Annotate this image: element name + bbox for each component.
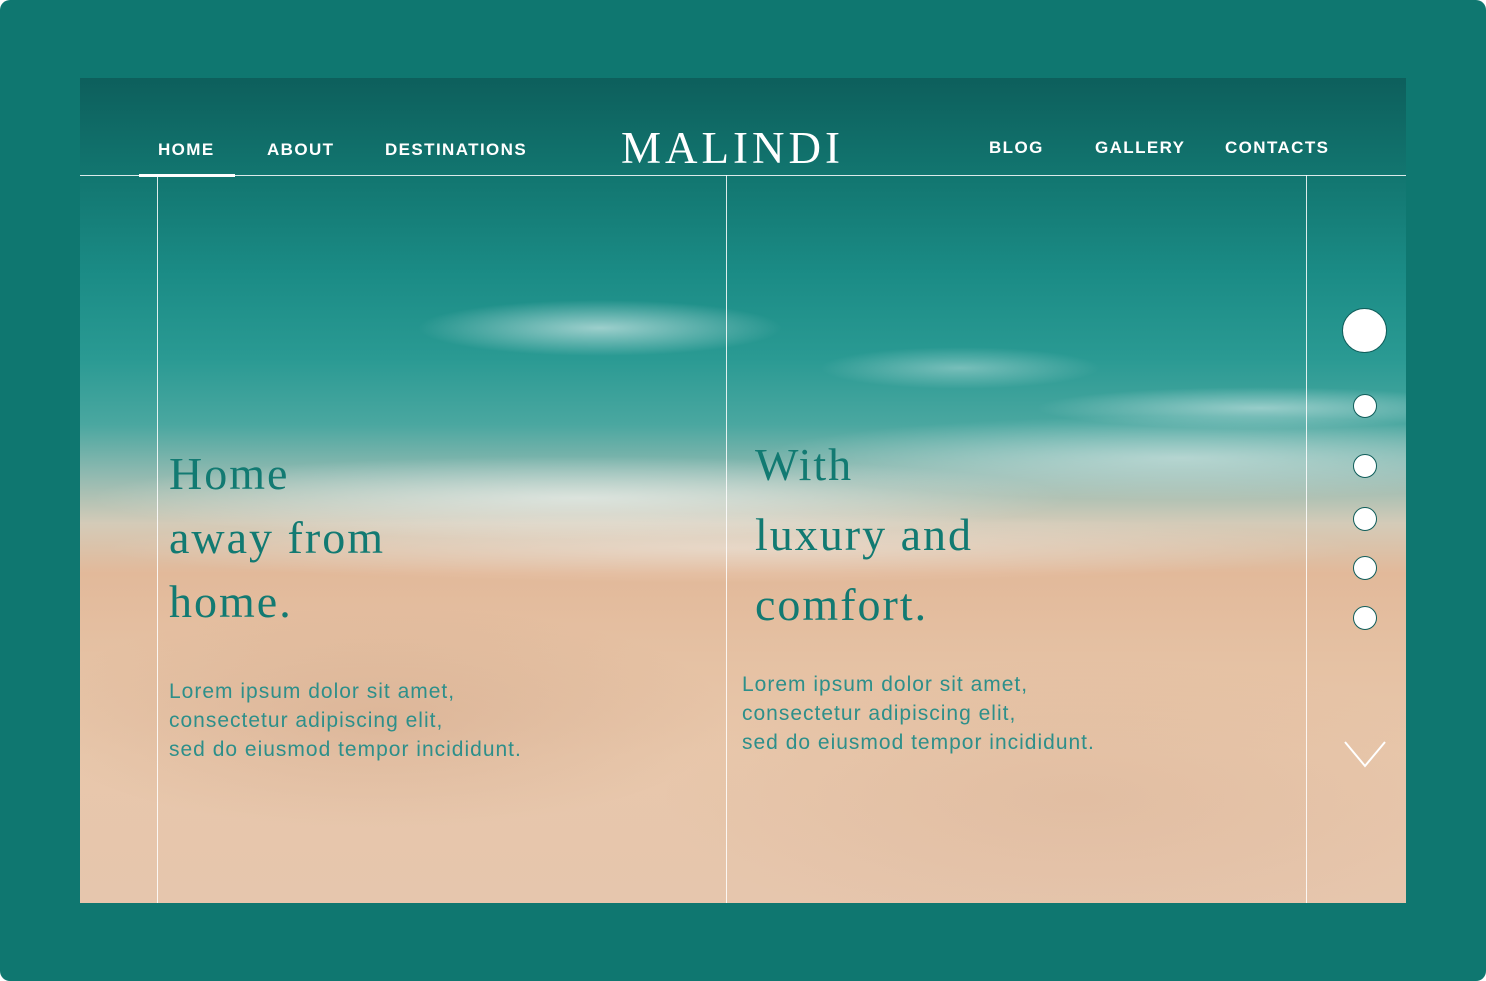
column-divider-right bbox=[1306, 175, 1307, 903]
hero-section: HOME ABOUT DESTINATIONS MALINDI BLOG GAL… bbox=[80, 78, 1406, 903]
headline-line: luxury and bbox=[755, 509, 974, 560]
headline-line: comfort. bbox=[755, 579, 929, 630]
slider-dot[interactable] bbox=[1353, 556, 1377, 580]
hero-body-right: Lorem ipsum dolor sit amet, consectetur … bbox=[742, 670, 1095, 757]
slider-dot[interactable] bbox=[1353, 454, 1377, 478]
slider-dot[interactable] bbox=[1353, 394, 1377, 418]
body-line: consectetur adipiscing elit, bbox=[742, 702, 1017, 725]
nav-contacts[interactable]: CONTACTS bbox=[1225, 138, 1329, 158]
body-line: Lorem ipsum dolor sit amet, bbox=[742, 673, 1029, 696]
headline-line: away from bbox=[169, 512, 385, 563]
chevron-down-icon[interactable] bbox=[1343, 738, 1387, 770]
nav-blog[interactable]: BLOG bbox=[989, 138, 1044, 158]
body-line: consectetur adipiscing elit, bbox=[169, 709, 444, 732]
slider-dot[interactable] bbox=[1353, 507, 1377, 531]
header-divider bbox=[80, 175, 1406, 176]
nav-active-indicator bbox=[139, 174, 235, 177]
nav-home[interactable]: HOME bbox=[158, 140, 215, 160]
slider-dot-active[interactable] bbox=[1342, 308, 1387, 353]
page-frame: HOME ABOUT DESTINATIONS MALINDI BLOG GAL… bbox=[0, 0, 1486, 981]
column-divider-left bbox=[157, 175, 158, 903]
hero-headline-left: Home away from home. bbox=[169, 442, 385, 634]
slider-dot[interactable] bbox=[1353, 606, 1377, 630]
nav-destinations[interactable]: DESTINATIONS bbox=[385, 140, 527, 160]
headline-line: With bbox=[755, 439, 854, 490]
nav-about[interactable]: ABOUT bbox=[267, 140, 334, 160]
headline-line: Home bbox=[169, 448, 290, 499]
body-line: sed do eiusmod tempor incididunt. bbox=[169, 738, 522, 761]
nav-gallery[interactable]: GALLERY bbox=[1095, 138, 1185, 158]
site-logo[interactable]: MALINDI bbox=[621, 122, 844, 174]
headline-line: home. bbox=[169, 576, 293, 627]
hero-headline-right: With luxury and comfort. bbox=[755, 430, 973, 640]
body-line: sed do eiusmod tempor incididunt. bbox=[742, 731, 1095, 754]
body-line: Lorem ipsum dolor sit amet, bbox=[169, 680, 456, 703]
column-divider-center bbox=[726, 175, 727, 903]
hero-body-left: Lorem ipsum dolor sit amet, consectetur … bbox=[169, 677, 522, 764]
